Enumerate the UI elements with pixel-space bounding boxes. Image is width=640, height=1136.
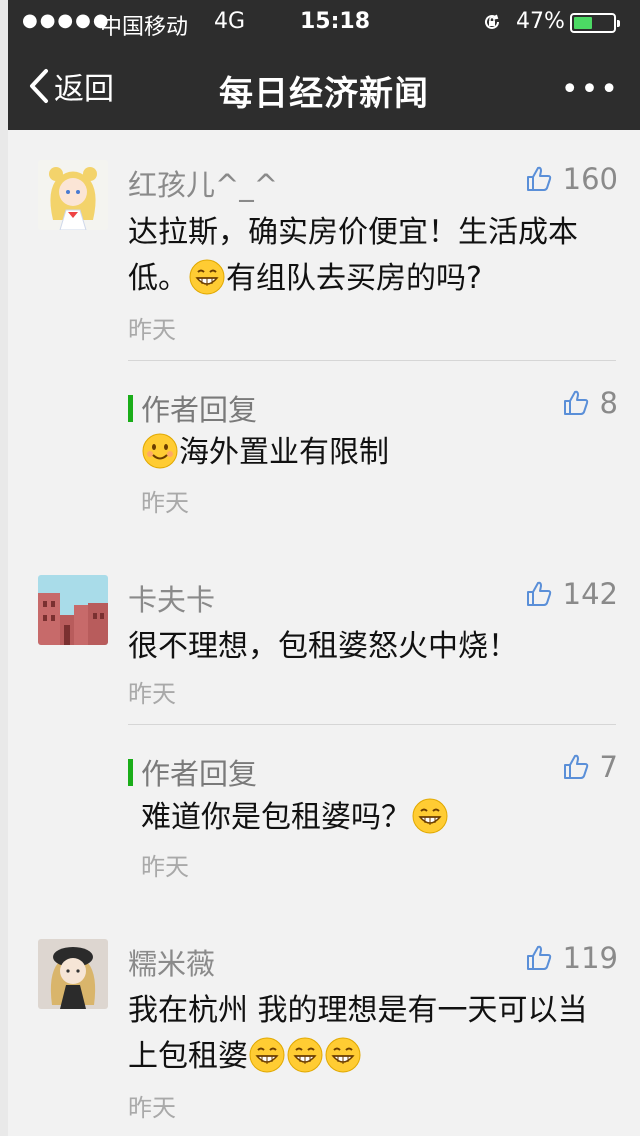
reply-label-text: 作者回复: [141, 757, 258, 791]
network-type: 4G: [214, 9, 246, 34]
status-bar: ●●●●● 中国移动 4G 15:18 47%: [8, 0, 640, 44]
like-count: 142: [562, 577, 618, 611]
smile-emoji-icon: [142, 433, 178, 469]
reply-accent-bar: [128, 394, 133, 422]
comment-text-line: 我在杭州 我的理想是有一天可以当: [128, 993, 588, 1028]
battery-percent: 47%: [516, 9, 565, 34]
comment-time: 昨天: [128, 316, 176, 344]
grin-emoji-icon: [287, 1037, 323, 1073]
more-options-button[interactable]: •••: [561, 72, 620, 107]
reply-text-content: 海外置业有限制: [179, 435, 389, 470]
phone-screen: ●●●●● 中国移动 4G 15:18 47% 返回 每日经济新闻 ••• 红孩…: [8, 0, 640, 1136]
comment-author[interactable]: 糯米薇: [128, 941, 215, 983]
comment-text-part: 上包租婆: [128, 1039, 248, 1074]
avatar-doll-image: [38, 939, 108, 1009]
author-reply-label: 作者回复: [128, 387, 257, 429]
avatar-building-image: [38, 575, 108, 645]
reply-text: 海外置业有限制: [141, 430, 618, 476]
grin-emoji-icon: [249, 1037, 285, 1073]
comment-text: 很不理想，包租婆怒火中烧！: [128, 629, 518, 664]
comment-text-part: 低。: [128, 261, 188, 296]
reply-like-count: 7: [599, 750, 618, 784]
like-button[interactable]: 119: [525, 941, 618, 975]
avatar[interactable]: [38, 939, 108, 1009]
divider: [128, 360, 616, 361]
comment-author[interactable]: 卡夫卡: [128, 577, 215, 619]
reply-accent-bar: [128, 758, 133, 786]
battery-fill: [574, 17, 592, 29]
reply-label-text: 作者回复: [141, 393, 258, 427]
avatar-anime-girl-image: [38, 160, 108, 230]
comment-text: 我在杭州 我的理想是有一天可以当 上包租婆: [128, 988, 618, 1080]
status-time: 15:18: [300, 9, 371, 34]
comment-text-part: 有组队去买房的吗?: [226, 261, 482, 296]
thumbs-up-icon: [526, 581, 551, 606]
signal-strength-icon: ●●●●●: [22, 10, 111, 31]
like-count: 119: [562, 941, 618, 975]
reply-like-count: 8: [599, 386, 618, 420]
thumbs-up-icon: [563, 390, 588, 415]
avatar[interactable]: [38, 160, 108, 230]
grin-emoji-icon: [412, 798, 448, 834]
comment-time: 昨天: [128, 1094, 176, 1122]
author-reply-label: 作者回复: [128, 751, 257, 793]
divider: [128, 724, 616, 725]
thumbs-up-icon: [563, 754, 588, 779]
navigation-bar: 返回 每日经济新闻 •••: [8, 44, 640, 130]
reply-text-content: 难道你是包租婆吗？: [141, 800, 411, 835]
thumbs-up-icon: [526, 945, 551, 970]
like-button[interactable]: 160: [525, 162, 618, 196]
grin-emoji-icon: [325, 1037, 361, 1073]
battery-nub: [617, 20, 620, 27]
reply-like-button[interactable]: 8: [562, 386, 618, 420]
rotation-lock-icon: [485, 14, 499, 29]
comment-time: 昨天: [128, 680, 176, 708]
left-edge: [0, 0, 8, 1136]
avatar[interactable]: [38, 575, 108, 645]
carrier-name: 中国移动: [100, 15, 189, 40]
reply-like-button[interactable]: 7: [562, 750, 618, 784]
thumbs-up-icon: [526, 166, 551, 191]
comment-text: 达拉斯，确实房价便宜！生活成本 低。 有组队去买房的吗?: [128, 210, 618, 302]
page-title: 每日经济新闻: [219, 74, 429, 114]
reply-text: 难道你是包租婆吗？: [141, 795, 618, 841]
comment-author[interactable]: 红孩儿^_^: [128, 162, 278, 204]
grin-emoji-icon: [189, 259, 225, 295]
like-count: 160: [562, 162, 618, 196]
battery-icon: [570, 13, 620, 33]
reply-time: 昨天: [141, 489, 189, 517]
comment-text-line: 达拉斯，确实房价便宜！生活成本: [128, 215, 578, 250]
reply-time: 昨天: [141, 853, 189, 881]
like-button[interactable]: 142: [525, 577, 618, 611]
